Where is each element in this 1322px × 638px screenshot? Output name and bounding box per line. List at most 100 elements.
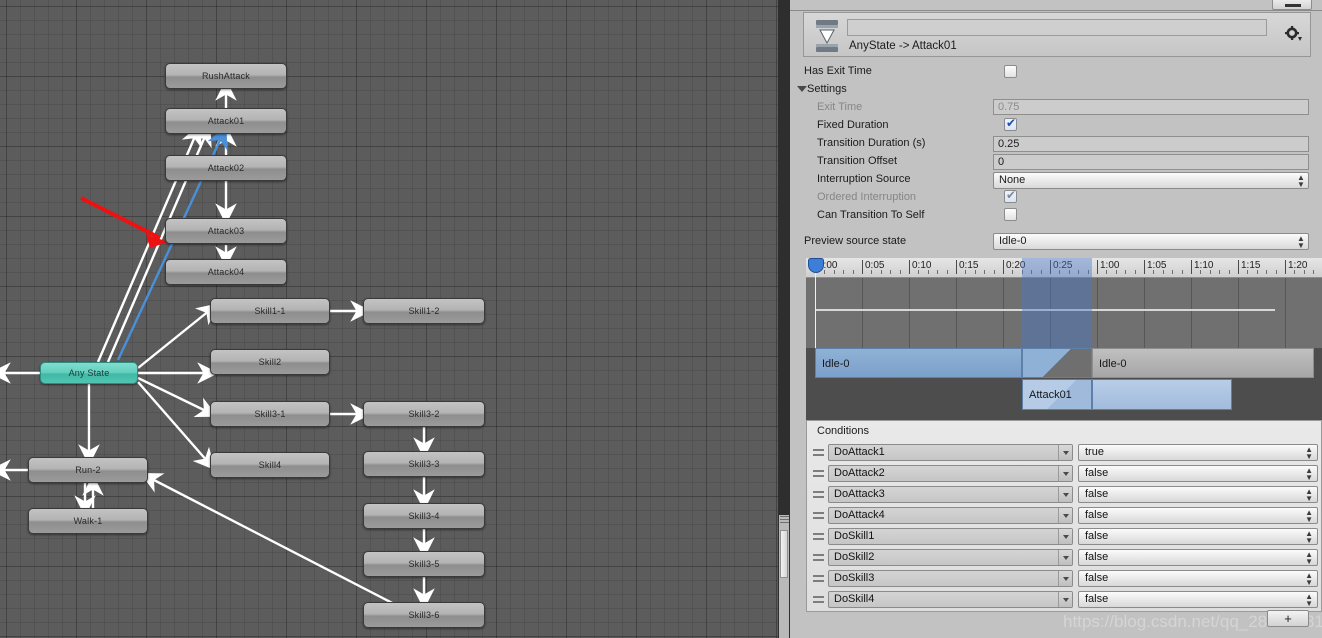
state-node[interactable]: Skill1-2 [363,298,485,324]
condition-comparison-handle[interactable] [813,533,824,540]
state-node[interactable]: Attack02 [165,155,287,181]
condition-parameter-dropdown[interactable]: DoAttack3 [828,486,1073,503]
preview-source-state-dropdown[interactable]: Idle-0 ▲ ▼ [993,233,1309,250]
interruption-source-label: Interruption Source [817,173,911,185]
scrollbar-grip-icon [780,516,789,524]
preview-source-state-value: Idle-0 [999,235,1027,247]
state-node-label: Skill3-5 [408,559,440,569]
state-node[interactable]: Run-2 [28,457,148,483]
transition-name-input[interactable] [847,19,1267,36]
state-node-label: Skill3-1 [254,409,286,419]
condition-comparison-handle[interactable] [813,596,824,603]
condition-value-dropdown[interactable]: false ▲ ▼ [1078,591,1318,608]
condition-value-dropdown[interactable]: false ▲ ▼ [1078,465,1318,482]
condition-parameter-dropdown[interactable]: DoSkill2 [828,549,1073,566]
condition-parameter-dropdown[interactable]: DoSkill3 [828,570,1073,587]
condition-row: DoSkill2 false ▲ ▼ [807,549,1322,568]
condition-parameter-dropdown[interactable]: DoAttack4 [828,507,1073,524]
condition-parameter-dropdown[interactable]: DoAttack1 [828,444,1073,461]
condition-value-dropdown[interactable]: false ▲ ▼ [1078,486,1318,503]
condition-parameter-dropdown[interactable]: DoSkill4 [828,591,1073,608]
interruption-source-dropdown[interactable]: None ▲ ▼ [993,172,1309,189]
state-node-label: Attack03 [207,226,245,236]
condition-comparison-handle[interactable] [813,575,824,582]
state-node-label: Any State [68,368,110,378]
state-node-label: Skill2 [258,357,282,367]
vertical-scrollbar-thumb[interactable] [780,530,788,578]
state-node-label: Walk-1 [73,516,103,526]
condition-comparison-handle[interactable] [813,491,824,498]
chevron-updown-icon: ▲ ▼ [1297,173,1305,189]
timeline-tick-label: 1:10 [1194,260,1214,271]
state-node[interactable]: Skill1-1 [210,298,330,324]
minimize-button[interactable] [1272,0,1312,10]
condition-value-dropdown[interactable]: false ▲ ▼ [1078,528,1318,545]
condition-comparison-handle[interactable] [813,512,824,519]
settings-foldout-arrow[interactable] [797,86,807,92]
state-node[interactable]: Attack03 [165,218,287,244]
chevron-updown-icon: ▲ ▼ [1305,550,1313,566]
animator-graph-canvas[interactable]: RushAttack Attack01 Attack02 Attack03 Attack… [0,0,778,638]
condition-comparison-handle[interactable] [813,449,824,456]
transition-offset-input[interactable]: 0 [993,154,1309,170]
condition-value-label: false [1085,572,1109,584]
chevron-down-icon [1058,487,1072,502]
state-node[interactable]: Skill3-4 [363,503,485,529]
condition-row: DoSkill1 false ▲ ▼ [807,528,1322,547]
state-node[interactable]: Any State [40,362,138,384]
chevron-updown-icon: ▲ ▼ [1305,571,1313,587]
condition-parameter-dropdown[interactable]: DoSkill1 [828,528,1073,545]
unity-animator-window: RushAttack Attack01 Attack02 Attack03 Attack… [0,0,1322,638]
timeline-tick-label: 1:05 [1147,260,1167,271]
fixed-duration-label: Fixed Duration [817,119,889,131]
clip-attack01[interactable]: Attack01 [1023,380,1072,410]
gear-icon[interactable] [1284,26,1302,42]
condition-parameter-label: DoAttack3 [834,488,885,500]
ordered-interruption-label: Ordered Interruption [817,191,917,203]
timeline-tick-label: 1:15 [1241,260,1261,271]
chevron-updown-icon: ▲ ▼ [1305,445,1313,461]
clip-idle-dest[interactable]: Idle-0 [1093,349,1127,379]
state-node[interactable]: Skill3-1 [210,401,330,427]
condition-value-dropdown[interactable]: false ▲ ▼ [1078,549,1318,566]
state-node[interactable]: Skill2 [210,349,330,375]
state-node[interactable]: Walk-1 [28,508,148,534]
state-node-label: Skill1-2 [408,306,440,316]
state-node-label: Attack02 [207,163,245,173]
state-node[interactable]: Skill3-5 [363,551,485,577]
condition-value-dropdown[interactable]: false ▲ ▼ [1078,570,1318,587]
exit-time-input: 0.75 [993,99,1309,115]
condition-value-label: true [1085,446,1104,458]
state-node[interactable]: Skill3-2 [363,401,485,427]
chevron-down-icon [1058,571,1072,586]
state-node[interactable]: Skill3-6 [363,602,485,628]
state-node[interactable]: Skill4 [210,452,330,478]
chevron-down-icon [1058,550,1072,565]
condition-comparison-handle[interactable] [813,470,824,477]
condition-parameter-dropdown[interactable]: DoAttack2 [828,465,1073,482]
chevron-updown-icon: ▲ ▼ [1305,508,1313,524]
chevron-updown-icon: ▲ ▼ [1297,234,1305,250]
add-condition-button[interactable]: + [1267,610,1309,627]
transition-duration-label: Transition Duration (s) [817,137,926,149]
condition-value-dropdown[interactable]: false ▲ ▼ [1078,507,1318,524]
timeline-tick-label: 1:00 [1100,260,1120,271]
state-node[interactable]: Attack01 [165,108,287,134]
chevron-updown-icon: ▲ ▼ [1305,487,1313,503]
state-node[interactable]: Skill3-3 [363,451,485,477]
chevron-updown-icon: ▲ ▼ [1305,592,1313,608]
clip-idle-source[interactable]: Idle-0 [816,349,850,379]
condition-value-dropdown[interactable]: true ▲ ▼ [1078,444,1318,461]
condition-parameter-label: DoAttack4 [834,509,885,521]
fixed-duration-checkbox[interactable] [1004,116,1017,131]
condition-value-label: false [1085,530,1109,542]
chevron-down-icon [1058,445,1072,460]
condition-comparison-handle[interactable] [813,554,824,561]
state-node[interactable]: Attack04 [165,259,287,285]
can-transition-to-self-checkbox[interactable] [1004,208,1017,221]
has-exit-time-checkbox[interactable] [1004,65,1017,78]
clip-crossfade-source [1022,348,1092,378]
state-node-label: Skill3-4 [408,511,440,521]
state-node[interactable]: RushAttack [165,63,287,89]
transition-duration-input[interactable]: 0.25 [993,136,1309,152]
